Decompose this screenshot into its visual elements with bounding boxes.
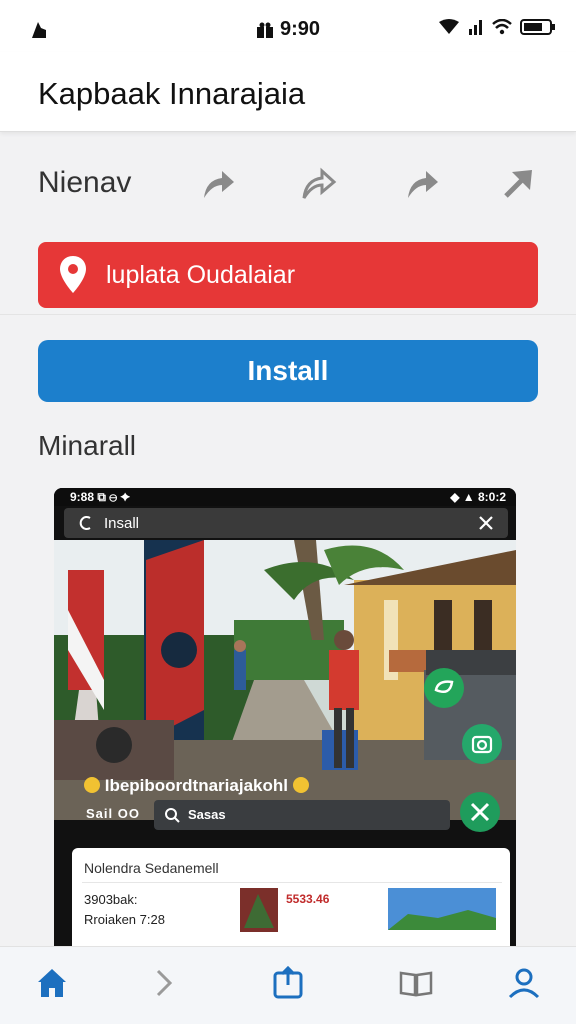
bottom-navigation [0,946,576,1024]
preview-card-price: 5533.46 [286,892,330,906]
search-icon [79,516,91,530]
thumbnail-image [240,888,278,932]
share-button-2[interactable] [298,164,338,204]
nav-home[interactable] [34,965,70,1001]
share-row: Nienav [0,140,576,224]
diagonal-arrow-icon [504,170,532,198]
chevron-right-icon [156,969,173,997]
preview-info-text: Ibepiboordtnariajakohl [104,776,288,795]
share-arrow-icon [302,167,337,199]
page-title: Kapbaak Innarajaia [38,76,306,111]
preview-tools-fab [460,792,500,832]
preview-camera-fab [462,724,502,764]
preview-search-field: Sasas [154,800,450,830]
preview-search-field-label: Sasas [188,807,226,822]
location-button[interactable]: luplata Oudalaiar [38,242,538,308]
leaf-icon [434,680,454,693]
location-label: luplata Oudalaiar [106,260,296,289]
share-button-3[interactable] [402,164,442,204]
share-box-icon [273,965,303,999]
preview-status-left: 9:88 ⧉ ⊖ ✦ [70,490,130,504]
preview-card-line1: 3903bak: [84,892,138,907]
wifi-icon [492,19,512,35]
nav-library[interactable] [398,965,434,1001]
share-arrow-icon [204,171,234,198]
preview-search-label: Insall [104,515,140,532]
nav-share[interactable] [270,965,306,1001]
network-icon [439,19,459,34]
gift-icon [257,22,273,38]
nav-profile[interactable] [506,965,542,1001]
tools-icon [470,802,490,822]
battery-icon [520,19,555,35]
preview-map-fab [424,668,464,708]
preview-search-bar: Insall [64,508,508,538]
share-label: Nienav [38,166,132,199]
preview-listing-card: Nolendra Sedanemell 3903bak: Rroiaken 7:… [72,848,510,948]
cell-signal-icon [469,20,482,35]
signal-glyph-icon [30,18,48,45]
emoji-icon [292,777,309,793]
search-icon [165,808,180,823]
map-pin-icon [60,256,86,293]
share-button-4[interactable] [498,164,538,204]
thumbnail-image [388,888,496,930]
share-arrow-icon [408,171,438,198]
status-time: 9:90 [280,18,321,40]
preview-status-right: ◆ ▲ 8:0:2 [450,490,506,504]
preview-status-bar: 9:88 ⧉ ⊖ ✦ ◆ ▲ 8:0:2 [54,488,516,506]
app-header: Kapbaak Innarajaia [0,52,576,132]
section-heading: Minarall [38,430,137,461]
divider [0,314,576,315]
preview-card-line2: Rroiaken 7:28 [84,912,165,927]
share-button-1[interactable] [198,164,238,204]
preview-info-title: Ibepiboordtnariajakohl [84,776,309,796]
status-bar: 9:90 [0,0,576,52]
person-icon [508,968,540,999]
emoji-icon [84,777,100,793]
divider [82,882,502,883]
status-time-group: 9:90 [256,18,320,41]
install-button[interactable]: Install [38,340,538,402]
nav-next[interactable] [146,965,182,1001]
status-icons [438,18,556,36]
camera-icon [471,735,493,754]
book-icon [399,971,433,997]
app-preview-screenshot: 9:88 ⧉ ⊖ ✦ ◆ ▲ 8:0:2 Insall Ibepiboordtn… [54,488,516,948]
home-icon [38,969,66,997]
preview-card-title: Nolendra Sedanemell [84,860,219,876]
preview-info-sub: Sail OO [86,806,140,821]
close-icon [479,516,493,530]
